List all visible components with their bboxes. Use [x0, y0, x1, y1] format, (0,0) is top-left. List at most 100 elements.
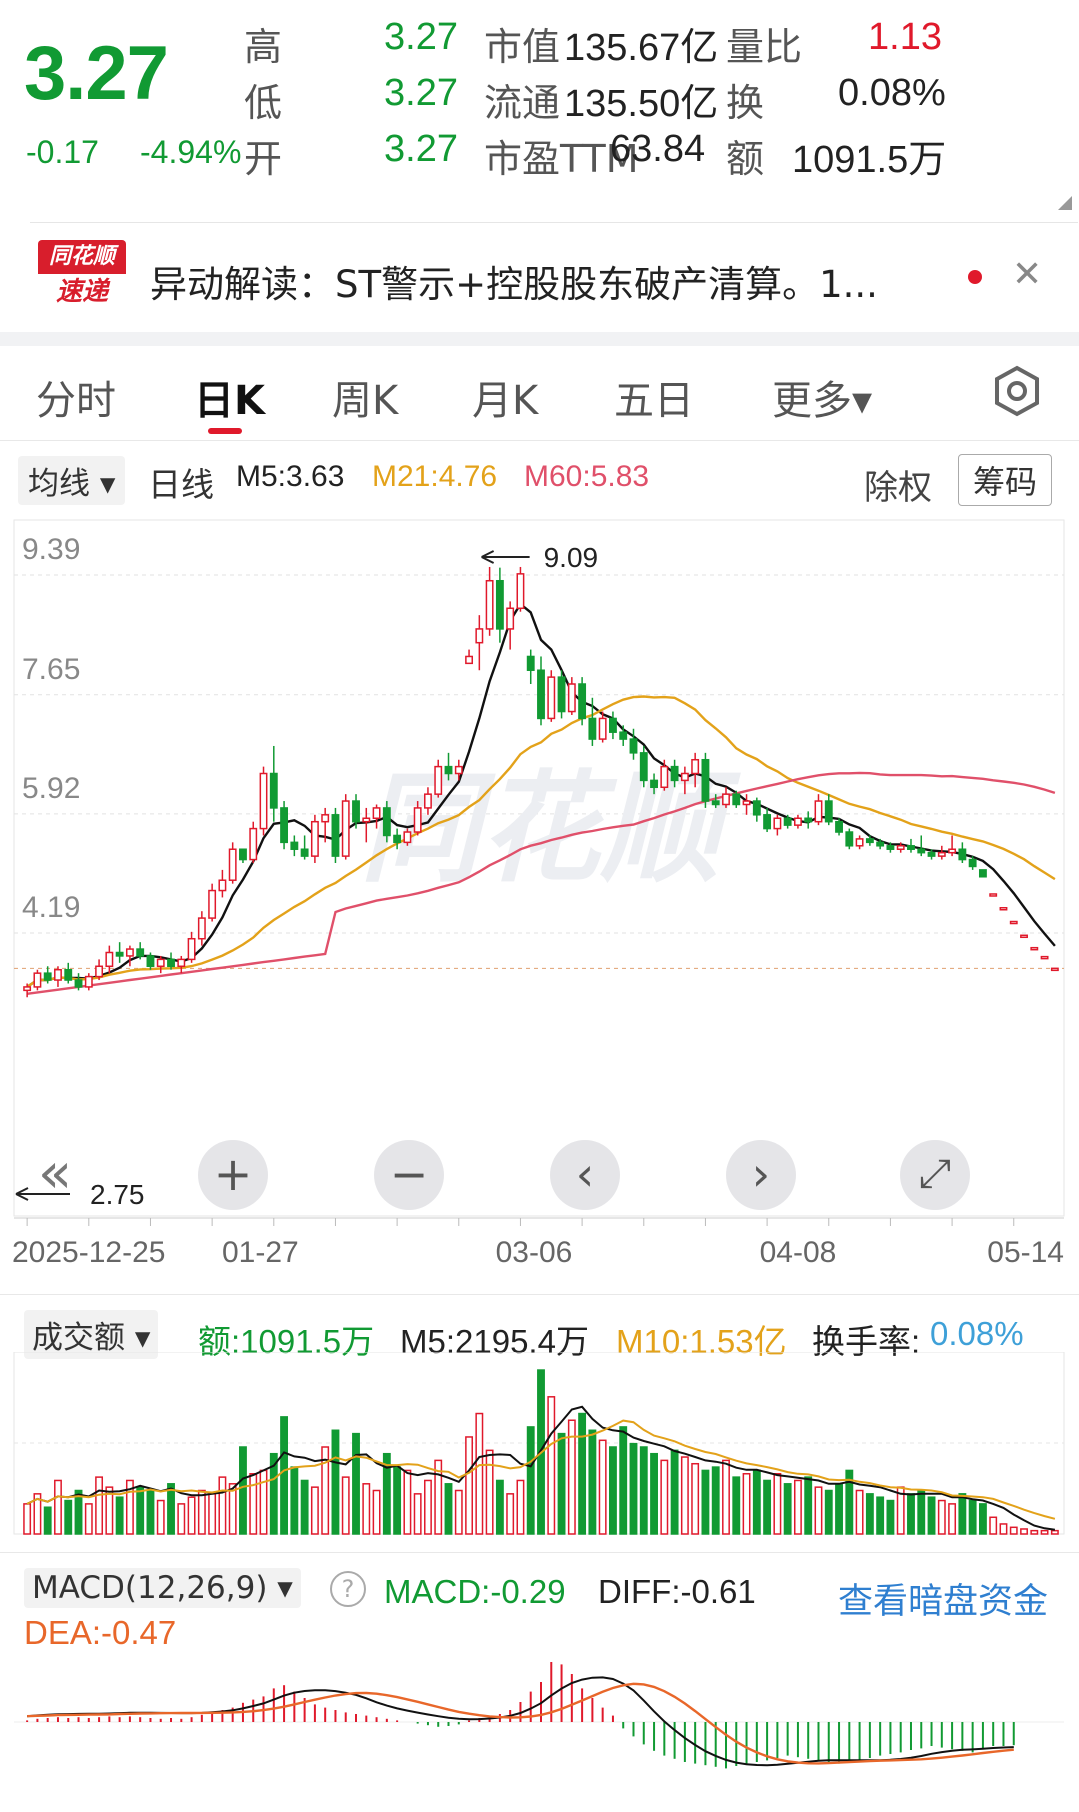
candle: [259, 766, 268, 836]
volume-bar: [23, 1503, 32, 1535]
x-tick-label: 2025-12-25: [12, 1236, 165, 1269]
volume-bar: [290, 1466, 299, 1535]
volume-bar: [475, 1412, 484, 1535]
candle: [187, 931, 196, 963]
zoom-out-button[interactable]: −: [374, 1140, 444, 1210]
news-headline[interactable]: 异动解读：ST警示+控股股东破产清算。1...: [150, 254, 980, 308]
section-divider: [0, 332, 1079, 346]
ma-selector[interactable]: 均线 ▾: [18, 456, 126, 505]
volume-bar: [711, 1466, 720, 1535]
volume-bar: [465, 1436, 473, 1535]
candle: [578, 677, 587, 726]
candle: [948, 835, 957, 857]
volume-bar: [701, 1469, 710, 1535]
macd-indicator-selector[interactable]: MACD(12,26,9) ▾: [24, 1568, 301, 1608]
candle: [845, 828, 854, 850]
candle: [537, 656, 545, 726]
macd-chart[interactable]: [0, 1652, 1079, 1812]
macd-value: MACD:-0.29: [384, 1573, 566, 1610]
candle: [331, 807, 340, 864]
candle: [506, 601, 515, 650]
low-value: 3.27: [384, 72, 458, 114]
volume-bar: [722, 1459, 730, 1535]
volume-bar: [95, 1476, 104, 1535]
fast-backward-button[interactable]: «: [20, 1140, 90, 1210]
close-icon[interactable]: ✕: [1012, 254, 1042, 295]
chip-distribution-button[interactable]: 筹码: [958, 454, 1053, 506]
candle: [290, 835, 299, 857]
volume-ratio-label: 量比: [726, 25, 803, 69]
candle: [701, 752, 710, 808]
zoom-in-button[interactable]: +: [198, 1140, 268, 1210]
turnover-label: 换: [726, 81, 765, 125]
macd-indicator-label: MACD(12,26,9): [32, 1570, 268, 1606]
ma60-label: M60:5.83: [524, 460, 650, 493]
candle: [989, 893, 998, 897]
tab-weekly-k[interactable]: 周K: [332, 368, 398, 426]
tab-monthly-k[interactable]: 月K: [472, 368, 538, 426]
ex-rights-toggle[interactable]: 除权: [864, 460, 932, 509]
scroll-right-button[interactable]: ›: [726, 1140, 796, 1210]
volume-bar: [609, 1446, 617, 1535]
candle: [84, 973, 93, 991]
candle: [978, 869, 987, 878]
volume-bar: [598, 1439, 607, 1535]
volume-bar: [331, 1429, 340, 1535]
volume-bar: [310, 1486, 319, 1535]
unread-dot-icon: [968, 270, 982, 284]
y-tick-label: 9.39: [22, 533, 80, 566]
price-change: -0.17: [26, 134, 99, 170]
candle: [814, 794, 823, 826]
scroll-left-button[interactable]: ‹: [550, 1140, 620, 1210]
high-annotation: 9.09: [544, 542, 599, 573]
tab-more[interactable]: 更多▾: [772, 368, 872, 426]
volume-ratio-value: 1.13: [868, 16, 942, 58]
pe-ttm-value: 63.84: [610, 128, 706, 170]
candle: [516, 566, 525, 612]
x-tick-label: 04-08: [760, 1236, 837, 1269]
candle: [907, 838, 915, 853]
volume-bar: [1009, 1526, 1018, 1535]
volume-bar: [506, 1493, 515, 1535]
volume-chart[interactable]: [0, 1352, 1079, 1544]
volume-bar: [937, 1499, 946, 1535]
volume-bar: [1020, 1528, 1028, 1535]
volume-bar: [948, 1503, 957, 1535]
candle: [1020, 934, 1028, 939]
tab-daily-k[interactable]: 日K: [194, 368, 265, 426]
ma5-label: M5:3.63: [236, 460, 345, 493]
volume-bar: [978, 1503, 987, 1535]
low-label: 低: [244, 81, 283, 125]
candle: [1009, 920, 1018, 925]
candle: [752, 797, 761, 822]
volume-bar: [865, 1493, 874, 1535]
period-label: 日线: [148, 466, 214, 503]
tab-five-day[interactable]: 五日: [614, 368, 694, 426]
candle: [958, 842, 967, 864]
fullscreen-button[interactable]: ⤢: [900, 1140, 970, 1210]
candle: [917, 835, 926, 857]
volume-bar: [835, 1483, 843, 1535]
divider: [0, 440, 1079, 441]
dark-pool-funds-link[interactable]: 查看暗盘资金: [838, 1573, 1048, 1624]
settings-hex-icon[interactable]: [990, 364, 1044, 418]
candle: [547, 670, 556, 722]
candle: [310, 814, 319, 864]
dea-line: [27, 1682, 1014, 1765]
tab-intraday[interactable]: 分时: [36, 368, 116, 426]
volume-bar: [249, 1473, 258, 1535]
volume-bar: [639, 1446, 648, 1535]
candle: [64, 962, 73, 984]
help-icon[interactable]: ?: [330, 1571, 366, 1607]
candle: [937, 845, 946, 860]
candle: [773, 814, 782, 836]
volume-bar: [362, 1483, 371, 1535]
volume-bar: [413, 1493, 422, 1535]
volume-bar: [927, 1496, 936, 1535]
expand-corner-icon[interactable]: [1058, 196, 1072, 210]
volume-bar: [43, 1506, 52, 1535]
candle: [95, 959, 104, 981]
news-logo: 同花顺 速递: [38, 240, 126, 310]
candle: [475, 615, 484, 671]
divider: [0, 1294, 1079, 1295]
